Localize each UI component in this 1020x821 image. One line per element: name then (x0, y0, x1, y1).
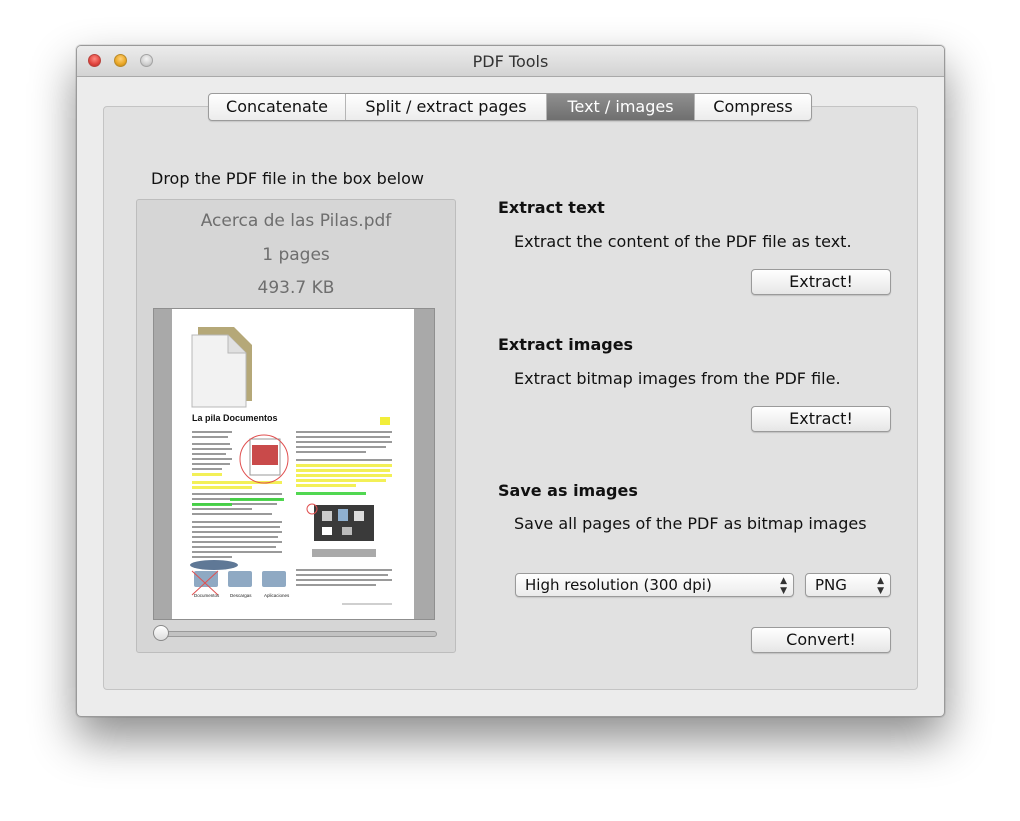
preview-folder-icons (190, 560, 286, 596)
preview-icon-label: Documentos (194, 593, 220, 598)
tab-compress[interactable]: Compress (695, 94, 811, 120)
file-size: 493.7 KB (257, 278, 335, 298)
save-images-description: Save all pages of the PDF as bitmap imag… (514, 514, 867, 533)
preview-screenshot (239, 434, 289, 484)
preview-icon-label: Aplicaciones (264, 593, 290, 598)
pdf-drop-zone[interactable]: Acerca de las Pilas.pdf 1 pages 493.7 KB… (136, 199, 456, 653)
zoom-slider-knob[interactable] (153, 625, 169, 641)
select-arrows-icon: ▲ ▼ (877, 576, 884, 596)
select-arrows-icon: ▲ ▼ (780, 576, 787, 596)
note-icon (380, 417, 390, 425)
pdf-page-thumbnail: La pila Documentos Documentos Descargas … (172, 309, 414, 619)
file-name: Acerca de las Pilas.pdf (200, 211, 392, 231)
tab-concatenate[interactable]: Concatenate (209, 94, 346, 120)
window-title: PDF Tools (472, 52, 549, 71)
drop-instructions: Drop the PDF file in the box below (151, 169, 424, 188)
resolution-select[interactable]: High resolution (300 dpi) ▲ ▼ (515, 573, 794, 597)
preview-heading: La pila Documentos (192, 413, 278, 423)
format-select[interactable]: PNG ▲ ▼ (805, 573, 891, 597)
preview-dock-screenshot (306, 503, 376, 557)
tab-bar: Concatenate Split / extract pages Text /… (208, 93, 812, 121)
preview-icon-label: Descargas (230, 593, 252, 598)
extract-text-button[interactable]: Extract! (751, 269, 891, 295)
extract-text-description: Extract the content of the PDF file as t… (514, 232, 852, 251)
title-bar: PDF Tools (77, 46, 944, 77)
app-window: PDF Tools Concatenate Split / extract pa… (76, 45, 945, 717)
pdf-page-render: La pila Documentos Documentos Descargas … (190, 327, 392, 605)
extract-text-title: Extract text (498, 198, 605, 217)
tab-text-images[interactable]: Text / images (547, 94, 695, 120)
extract-images-description: Extract bitmap images from the PDF file. (514, 369, 841, 388)
pdf-preview: La pila Documentos Documentos Descargas … (153, 308, 435, 620)
page-count: 1 pages (262, 245, 330, 265)
save-images-title: Save as images (498, 481, 638, 500)
format-select-value: PNG (815, 576, 847, 594)
extract-images-button[interactable]: Extract! (751, 406, 891, 432)
convert-button[interactable]: Convert! (751, 627, 891, 653)
resolution-select-value: High resolution (300 dpi) (525, 576, 712, 594)
document-icon (191, 327, 252, 408)
tab-split-extract-pages[interactable]: Split / extract pages (346, 94, 547, 120)
extract-images-title: Extract images (498, 335, 634, 354)
svg-text:Documentos Descarg: Documentos Descargas Aplicaciones (194, 593, 290, 598)
zoom-slider[interactable] (159, 631, 437, 637)
